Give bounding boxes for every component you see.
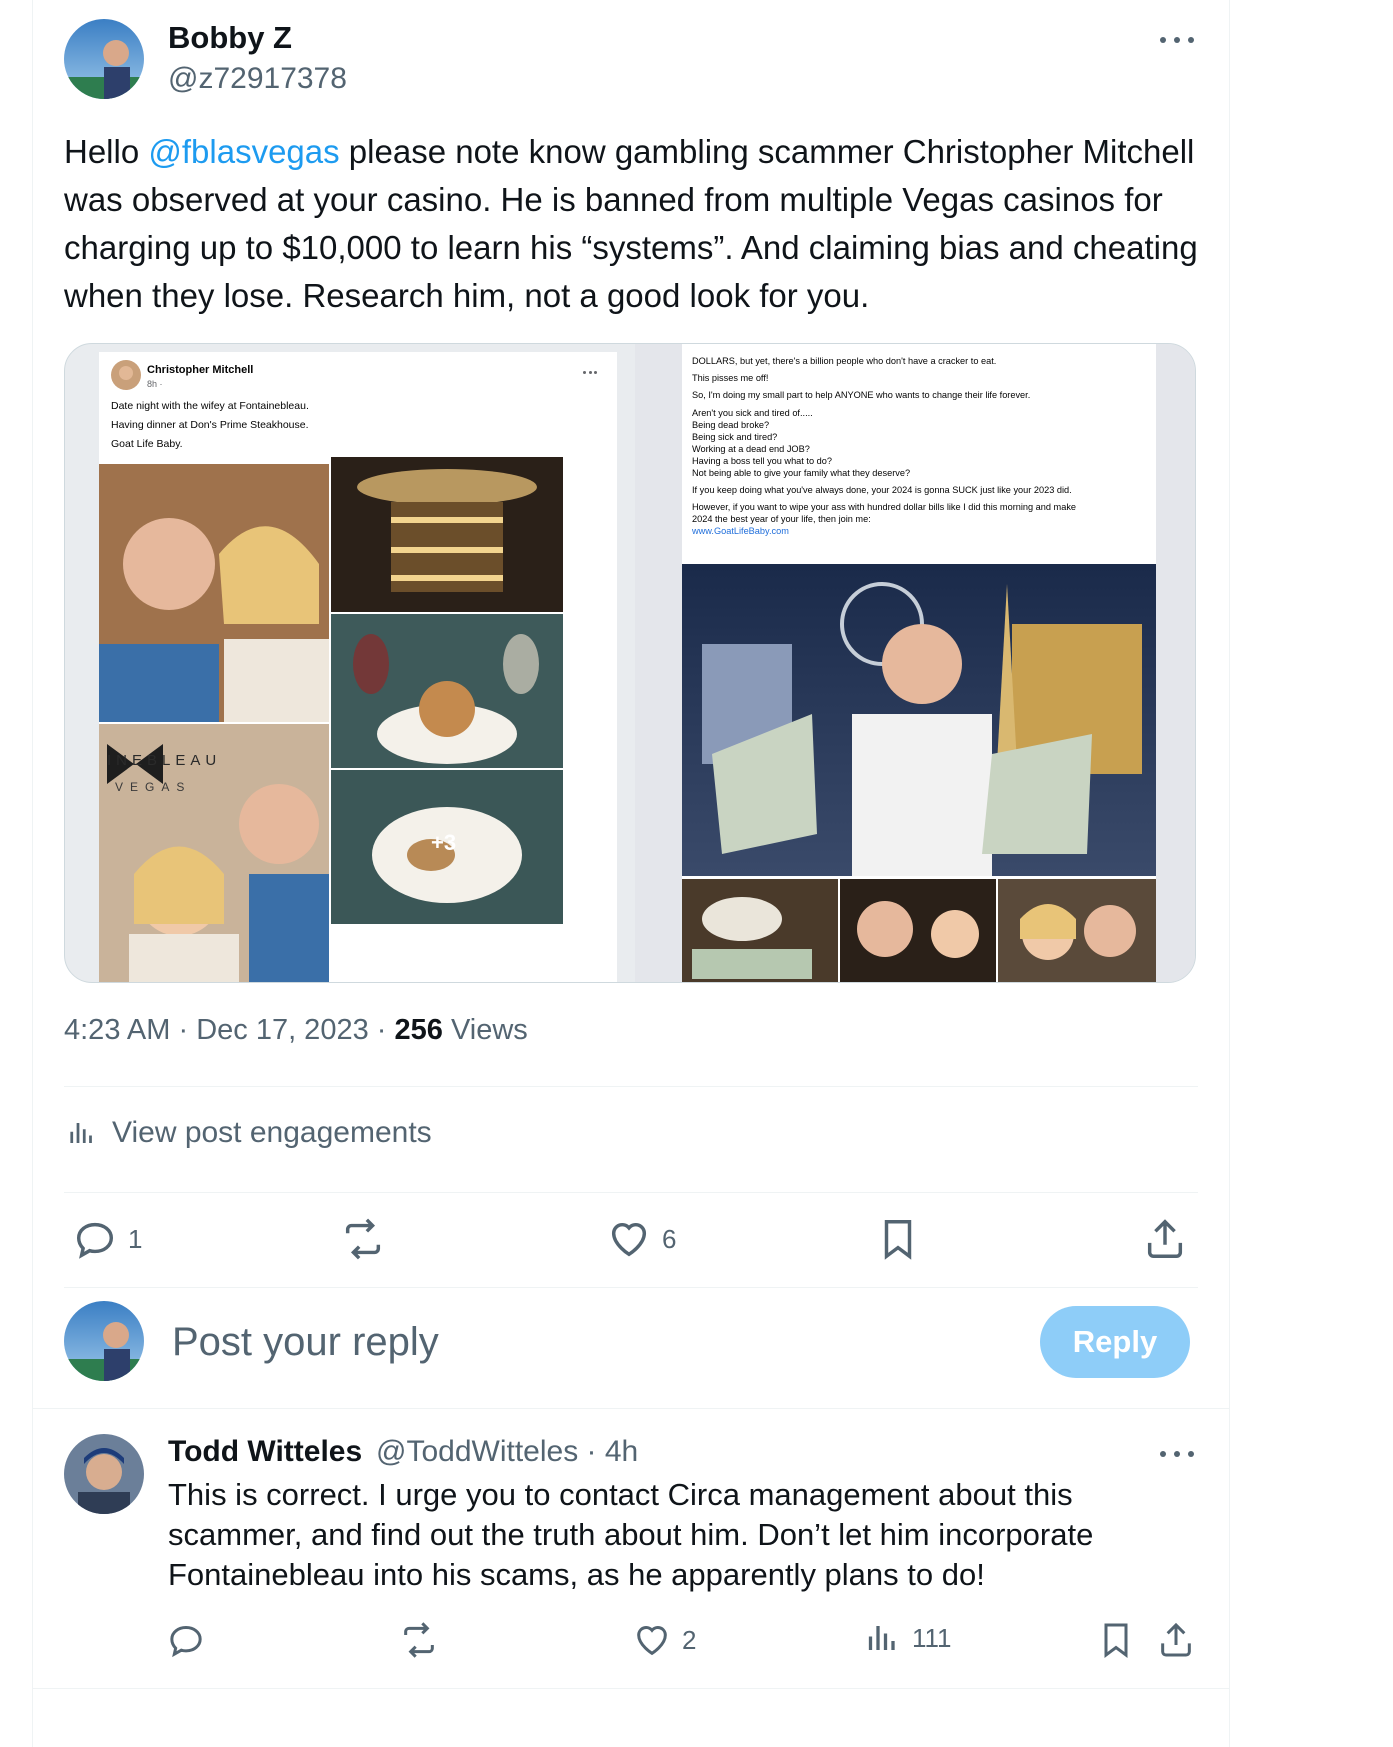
bookmark-icon [884,1220,912,1260]
reply-icon [170,1625,202,1658]
reply-author-name[interactable]: Todd Witteles [168,1435,362,1469]
reply-like-count: 2 [682,1624,697,1655]
post-text: Hello @fblasvegas please note know gambl… [64,128,1214,320]
views-label: Views [450,1014,528,1046]
bookmark-icon [1104,1623,1128,1658]
fontainebleau-logo-text: INEBLEAU [107,752,222,769]
reply-share-button[interactable] [1156,1620,1196,1660]
fb-line: Goat Life Baby. [111,438,183,450]
reply-submit-button[interactable]: Reply [1040,1306,1190,1378]
bookmark-button[interactable] [875,1216,921,1262]
media-image-left[interactable]: Christopher Mitchell 8h · Date night wit… [99,352,617,982]
fb-line: Working at a dead end JOB? [692,444,810,454]
analytics-icon [70,1123,92,1143]
post-more-button[interactable] [1160,30,1194,50]
repost-button[interactable] [340,1216,386,1262]
author-name[interactable]: Bobby Z [168,20,292,56]
fb-line: Having dinner at Don's Prime Steakhouse. [111,419,309,431]
divider [64,1287,1198,1288]
fb-post-right: DOLLARS, but yet, there's a billion peop… [682,344,1156,982]
kid-photo [840,879,996,982]
reply-view-count: 111 [912,1622,952,1653]
author-avatar[interactable] [64,19,144,99]
share-button[interactable] [1142,1216,1188,1262]
bar-photo [331,457,563,612]
fb-line: This pisses me off! [692,373,769,383]
couple-photo [998,879,1156,982]
reply-views-button[interactable]: 111 [866,1620,952,1656]
fb-line: Aren't you sick and tired of..... [692,408,813,418]
reply-repost-button[interactable] [399,1620,439,1660]
fb-line: Having a boss tell you what to do? [692,456,832,466]
share-icon [1147,1219,1183,1258]
reply-author-handle: @ToddWitteles · 4h [376,1435,638,1469]
post-text-prefix: Hello [64,133,149,170]
reply-text: This is correct. I urge you to contact C… [168,1477,1094,1592]
post-time[interactable]: 4:23 AM [64,1014,170,1046]
repost-icon [404,1622,434,1658]
divider [32,1408,1230,1409]
divider [32,1688,1230,1689]
fb-more-icon [583,370,597,374]
reply-button[interactable]: 1 [72,1216,142,1262]
fontainebleau-logo-subtext: VEGAS [115,780,192,794]
reply-bookmark-button[interactable] [1096,1620,1136,1660]
view-engagements-link[interactable]: View post engagements [68,1116,432,1150]
reply-more-button[interactable] [1160,1444,1194,1464]
fb-line: If you keep doing what you've always don… [692,485,1072,495]
mention-link[interactable]: @fblasvegas [148,133,339,170]
fb-line: So, I'm doing my small part to help ANYO… [692,390,1031,400]
composer-avatar[interactable] [64,1301,144,1381]
sushi-photo [682,879,838,982]
reply-handle-text[interactable]: @ToddWitteles [376,1435,578,1468]
fb-line: Date night with the wifey at Fontaineble… [111,400,309,412]
fb-line: 2024 the best year of your life, then jo… [692,514,871,524]
fb-line: Being sick and tired? [692,432,778,442]
reply-input[interactable]: Post your reply [172,1320,439,1365]
fb-line: Being dead broke? [692,420,770,430]
more-photos-count: +3 [431,830,457,855]
fb-line: DOLLARS, but yet, there's a billion peop… [692,356,997,366]
views-count: 256 [394,1014,443,1046]
fb-line: Not being able to give your family what … [692,468,911,478]
meta-separator: · [178,1014,197,1046]
selfie-photo [99,464,329,722]
analytics-icon [868,1626,895,1650]
like-button[interactable]: 6 [606,1216,676,1262]
fb-author-avatar [111,360,141,390]
engagements-label: View post engagements [112,1116,432,1149]
fb-external-link: www.GoatLifeBaby.com [692,526,789,536]
divider [64,1086,1198,1087]
like-count: 6 [662,1223,677,1254]
reply-author-avatar[interactable] [64,1434,144,1514]
post-meta: 4:23 AM · Dec 17, 2023 · 256 Views [64,1014,528,1047]
reply-age[interactable]: · 4h [587,1435,639,1468]
heart-icon [611,1222,647,1257]
reply-count: 1 [128,1223,143,1254]
dessert-photo [331,614,563,768]
divider [64,1192,1198,1193]
money-photo [682,564,1156,876]
repost-icon [345,1218,381,1260]
fb-post-time: 8h · [147,379,163,389]
author-handle[interactable]: @z72917378 [168,62,347,96]
heart-icon [637,1626,667,1656]
media-image-right[interactable]: DOLLARS, but yet, there's a billion peop… [635,344,1195,982]
meta-separator: · [376,1014,395,1046]
reply-like-button[interactable]: 2 [632,1620,696,1660]
reply-icon [76,1222,114,1259]
fb-line: However, if you want to wipe your ass wi… [692,502,1077,512]
fb-author-name: Christopher Mitchell [147,364,254,376]
post-media[interactable]: Christopher Mitchell 8h · Date night wit… [64,343,1196,983]
post-date[interactable]: Dec 17, 2023 [196,1014,369,1046]
share-icon [1161,1622,1191,1657]
reply-reply-button[interactable] [166,1620,206,1660]
